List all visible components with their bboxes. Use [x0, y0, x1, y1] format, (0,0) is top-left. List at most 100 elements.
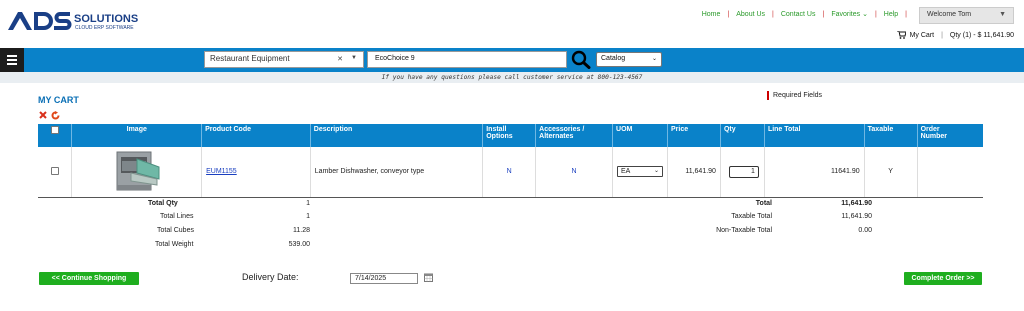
product-code-link[interactable]: EUM1155 — [206, 168, 237, 175]
hamburger-line — [7, 63, 17, 65]
header-acc-line2: Alternates — [539, 133, 574, 141]
required-label: Required Fields — [773, 92, 823, 99]
mini-cart: My Cart | Qty (1) - $ 11,641.90 — [896, 31, 1014, 39]
line-total-cell: 11641.90 — [763, 147, 865, 198]
taxable-cell: Y — [863, 147, 918, 198]
my-cart-link[interactable]: My Cart — [910, 32, 935, 39]
category-value: Restaurant Equipment — [210, 54, 290, 63]
row-select-cell — [38, 147, 72, 198]
row-checkbox[interactable] — [50, 166, 59, 175]
header-order-line1: Order — [920, 126, 940, 133]
uom-value: EA — [621, 168, 631, 176]
total-value: 11,641.90 — [841, 200, 872, 207]
qty-input[interactable]: 1 — [728, 165, 759, 178]
accessories-link[interactable]: N — [535, 147, 613, 198]
refresh-icon[interactable] — [51, 111, 60, 120]
total-weight-value: 539.00 — [288, 241, 310, 248]
cart-actions — [39, 111, 60, 120]
select-all-checkbox[interactable] — [50, 126, 59, 134]
total-weight-label: Total Weight — [155, 241, 194, 248]
nav-separator: | — [727, 10, 730, 18]
hamburger-line — [7, 59, 17, 61]
welcome-dropdown[interactable]: Welcome Tom ▼ — [919, 7, 1014, 24]
nav-home[interactable]: Home — [702, 11, 721, 18]
nav-favorites[interactable]: Favorites ⌄ — [831, 10, 868, 18]
header-price: Price — [667, 124, 721, 147]
nav-help[interactable]: Help — [884, 11, 898, 18]
qty-cell: 1 — [719, 147, 765, 198]
ads-logo-icon: SOLUTIONS CLOUD ERP SOFTWARE — [8, 12, 138, 31]
caret-down-icon: ▼ — [999, 11, 1006, 18]
company-logo[interactable]: SOLUTIONS CLOUD ERP SOFTWARE — [8, 10, 148, 32]
header-install-line1: Install — [486, 126, 507, 133]
category-select[interactable]: Restaurant Equipment ✕ ▼ — [204, 51, 364, 68]
page-title: MY CART — [38, 95, 79, 105]
required-fields-note: Required Fields — [767, 91, 822, 100]
search-bar: Restaurant Equipment ✕ ▼ EcoChoice 9 Cat… — [0, 48, 1024, 72]
install-options-link[interactable]: N — [482, 147, 536, 198]
cart-table: Image Product Code Description Install Op… — [38, 124, 983, 198]
taxable-total-label: Taxable Total — [731, 213, 772, 220]
search-input[interactable]: EcoChoice 9 — [367, 51, 567, 68]
total-qty-label: Total Qty — [148, 200, 178, 207]
header-taxable: Taxable — [863, 124, 918, 147]
delivery-date-input[interactable]: 7/14/2025 — [350, 273, 418, 284]
cart-separator: | — [941, 31, 943, 39]
nav-separator: | — [905, 10, 907, 18]
table-row: EUM1155 Lamber Dishwasher, conveyor type… — [38, 147, 983, 198]
hamburger-line — [7, 55, 17, 57]
brand-name: SOLUTIONS — [74, 13, 138, 25]
cart-summary[interactable]: Qty (1) - $ 11,641.90 — [950, 32, 1014, 39]
catalog-value: Catalog — [601, 55, 626, 62]
price-cell: 11,641.90 — [667, 147, 721, 198]
header-line-total: Line Total — [763, 124, 865, 147]
welcome-label: Welcome Tom — [927, 11, 972, 18]
uom-cell: EA ⌄ — [612, 147, 668, 198]
top-nav: Home | About Us | Contact Us | Favorites… — [702, 10, 914, 19]
nav-about[interactable]: About Us — [736, 11, 765, 18]
product-code-cell: EUM1155 — [201, 147, 311, 198]
header-accessories: Accessories / Alternates — [535, 124, 613, 147]
nav-separator: | — [822, 10, 825, 18]
nav-separator: | — [874, 10, 877, 18]
catalog-select[interactable]: Catalog ⌄ — [596, 52, 662, 67]
total-lines-value: 1 — [306, 213, 310, 220]
complete-order-button[interactable]: Complete Order >> — [904, 272, 982, 285]
chevron-down-icon: ⌄ — [653, 168, 660, 175]
delivery-date-label: Delivery Date: — [242, 272, 299, 282]
brand-tagline: CLOUD ERP SOFTWARE — [75, 25, 134, 31]
header-install-options: Install Options — [482, 124, 536, 147]
header-order-line2: Number — [920, 133, 948, 141]
product-image-cell — [71, 147, 202, 198]
clear-icon[interactable]: ✕ — [337, 55, 343, 63]
cart-icon — [896, 31, 906, 39]
total-qty-value: 1 — [306, 200, 310, 207]
description-cell: Lamber Dishwasher, conveyor type — [309, 147, 483, 198]
total-cubes-value: 11.28 — [293, 227, 310, 234]
delete-icon[interactable] — [39, 111, 47, 119]
uom-select[interactable]: EA ⌄ — [617, 166, 664, 178]
nav-favorites-label: Favorites — [831, 11, 861, 18]
header-acc-line1: Accessories / — [539, 126, 585, 133]
calendar-icon[interactable] — [424, 273, 433, 282]
header-description: Description — [309, 124, 483, 147]
customer-service-notice: If you have any questions please call cu… — [0, 72, 1024, 83]
total-lines-label: Total Lines — [160, 213, 194, 220]
total-label: Total — [755, 200, 772, 207]
caret-down-icon: ▼ — [351, 55, 357, 61]
header-qty: Qty — [719, 124, 765, 147]
nav-separator: | — [772, 10, 774, 18]
hamburger-menu-button[interactable] — [0, 48, 24, 72]
order-number-cell — [916, 147, 983, 198]
table-header-row: Image Product Code Description Install Op… — [38, 124, 983, 147]
header-order-number: Order Number — [916, 124, 983, 147]
nontaxable-total-value: 0.00 — [858, 227, 872, 234]
nav-contact[interactable]: Contact Us — [781, 11, 816, 18]
header-select-all — [38, 124, 72, 147]
chevron-down-icon: ⌄ — [651, 56, 657, 62]
continue-shopping-button[interactable]: << Continue Shopping — [39, 272, 139, 285]
header-product-code: Product Code — [201, 124, 311, 147]
nontaxable-total-label: Non-Taxable Total — [716, 227, 772, 234]
header-install-line2: Options — [486, 133, 513, 141]
search-icon[interactable] — [570, 50, 592, 69]
